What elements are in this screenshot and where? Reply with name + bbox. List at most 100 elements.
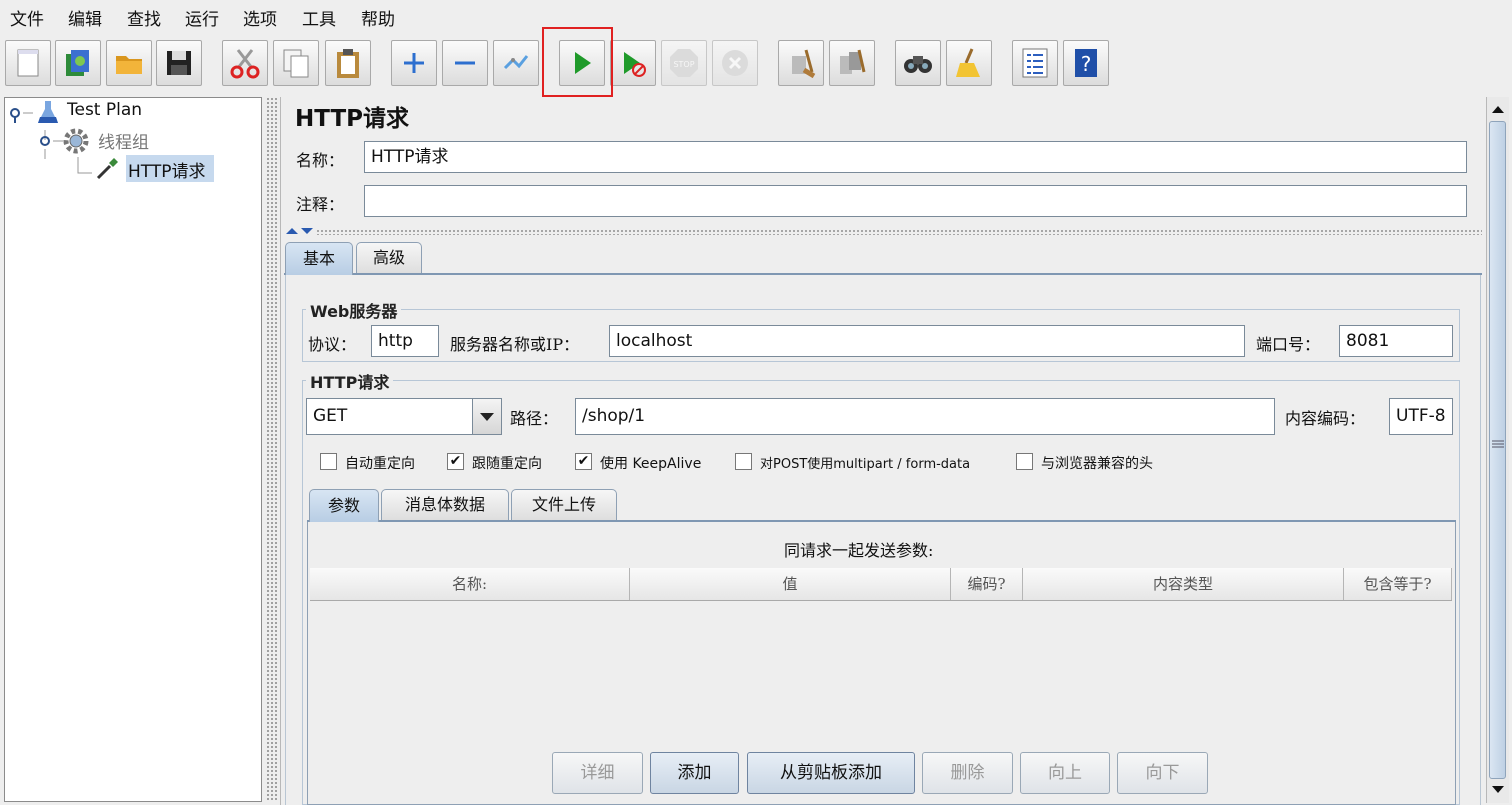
save-button[interactable] bbox=[156, 40, 202, 86]
tab-parameters[interactable]: 参数 bbox=[309, 489, 379, 522]
test-plan-icon[interactable] bbox=[36, 99, 60, 127]
gear-icon[interactable] bbox=[62, 127, 90, 155]
new-button[interactable] bbox=[5, 40, 51, 86]
templates-icon bbox=[66, 50, 89, 76]
port-field[interactable]: 8081 bbox=[1339, 325, 1453, 357]
copy-icon bbox=[283, 49, 309, 78]
tree-item-test-plan[interactable]: Test Plan bbox=[67, 100, 142, 120]
port-label: 端口号： bbox=[1256, 335, 1321, 354]
menu-run[interactable]: 运行 bbox=[185, 5, 219, 30]
vertical-scrollbar[interactable] bbox=[1486, 97, 1509, 803]
menu-help[interactable]: 帮助 bbox=[361, 5, 395, 30]
divider[interactable] bbox=[316, 229, 1482, 235]
add-from-clipboard-button[interactable]: 从剪贴板添加 bbox=[747, 752, 915, 794]
shutdown-icon bbox=[722, 50, 748, 76]
sampler-pipette-icon[interactable] bbox=[94, 154, 122, 182]
auto-redirect-label: 自动重定向 bbox=[345, 456, 415, 472]
collapse-icon bbox=[455, 61, 475, 65]
reset-search-button[interactable] bbox=[946, 40, 992, 86]
open-button[interactable] bbox=[106, 40, 152, 86]
tab-body-data[interactable]: 消息体数据 bbox=[381, 489, 509, 520]
tab-advanced[interactable]: 高级 bbox=[356, 242, 422, 273]
server-label: 服务器名称或IP： bbox=[450, 335, 580, 354]
splitter-handle[interactable] bbox=[266, 97, 278, 802]
expand-button[interactable] bbox=[391, 40, 437, 86]
comment-field[interactable] bbox=[364, 185, 1467, 217]
toolbar: STOP ? bbox=[0, 32, 1512, 94]
column-header-encode[interactable]: 编码? bbox=[951, 568, 1023, 600]
column-header-value[interactable]: 值 bbox=[630, 568, 951, 600]
name-field[interactable]: HTTP请求 bbox=[364, 141, 1467, 173]
tree-item-thread-group[interactable]: 线程组 bbox=[98, 128, 149, 153]
protocol-label: 协议： bbox=[308, 335, 357, 354]
browser-headers-checkbox[interactable] bbox=[1016, 453, 1033, 470]
function-helper-button[interactable] bbox=[1012, 40, 1058, 86]
open-icon bbox=[116, 56, 142, 74]
move-up-button[interactable]: 向上 bbox=[1020, 752, 1110, 794]
menu-file[interactable]: 文件 bbox=[10, 5, 44, 30]
grip-icon bbox=[1492, 440, 1504, 448]
auto-redirect-checkbox[interactable] bbox=[320, 453, 337, 470]
scroll-thumb[interactable] bbox=[1489, 121, 1506, 779]
stop-button[interactable]: STOP bbox=[661, 40, 707, 86]
path-field[interactable]: /shop/1 bbox=[575, 398, 1275, 435]
start-no-pauses-button[interactable] bbox=[610, 40, 656, 86]
column-header-content-type[interactable]: 内容类型 bbox=[1023, 568, 1344, 600]
cut-icon bbox=[230, 49, 260, 79]
table-header: 名称: 值 编码? 内容类型 包含等于? bbox=[310, 568, 1452, 601]
server-field[interactable]: localhost bbox=[609, 325, 1245, 357]
clear-all-icon bbox=[840, 49, 866, 74]
collapse-arrows-icon[interactable] bbox=[284, 225, 316, 237]
search-icon bbox=[904, 56, 932, 73]
column-header-name[interactable]: 名称: bbox=[310, 568, 630, 600]
templates-button[interactable] bbox=[55, 40, 101, 86]
encoding-label: 内容编码： bbox=[1285, 409, 1366, 428]
help-button[interactable]: ? bbox=[1063, 40, 1109, 86]
expand-icon bbox=[404, 53, 424, 73]
tab-basic[interactable]: 基本 bbox=[285, 242, 353, 275]
scroll-up-icon[interactable] bbox=[1488, 100, 1508, 118]
move-down-button[interactable]: 向下 bbox=[1117, 752, 1208, 794]
browser-headers-label: 与浏览器兼容的头 bbox=[1041, 456, 1153, 472]
method-select[interactable]: GET bbox=[306, 398, 474, 435]
web-server-title: Web服务器 bbox=[306, 298, 402, 322]
multipart-checkbox[interactable] bbox=[735, 453, 752, 470]
paste-button[interactable] bbox=[325, 40, 371, 86]
column-header-include-equals[interactable]: 包含等于? bbox=[1344, 568, 1452, 600]
parameters-caption: 同请求一起发送参数: bbox=[784, 541, 934, 560]
detail-button[interactable]: 详细 bbox=[552, 752, 643, 794]
menu-tools[interactable]: 工具 bbox=[302, 5, 336, 30]
menu-options[interactable]: 选项 bbox=[243, 5, 277, 30]
menu-search[interactable]: 查找 bbox=[127, 5, 161, 30]
toggle-icon bbox=[503, 55, 529, 70]
parameters-table[interactable]: 名称: 值 编码? 内容类型 包含等于? bbox=[310, 568, 1452, 746]
copy-button[interactable] bbox=[273, 40, 319, 86]
add-button[interactable]: 添加 bbox=[650, 752, 739, 794]
menu-edit[interactable]: 编辑 bbox=[68, 5, 102, 30]
shutdown-button[interactable] bbox=[712, 40, 758, 86]
clear-all-button[interactable] bbox=[829, 40, 875, 86]
name-label: 名称： bbox=[296, 151, 345, 170]
keepalive-label: 使用 KeepAlive bbox=[600, 456, 702, 472]
menu-bar: 文件 编辑 查找 运行 选项 工具 帮助 bbox=[0, 0, 1512, 32]
method-dropdown-button[interactable] bbox=[472, 398, 502, 435]
follow-redirect-checkbox[interactable]: ✔ bbox=[447, 453, 464, 470]
svg-text:STOP: STOP bbox=[673, 60, 694, 69]
scroll-down-icon[interactable] bbox=[1488, 781, 1508, 799]
paste-icon bbox=[337, 49, 359, 78]
collapse-button[interactable] bbox=[442, 40, 488, 86]
tab-file-upload[interactable]: 文件上传 bbox=[511, 489, 617, 520]
tree-item-http-request[interactable]: HTTP请求 bbox=[128, 157, 206, 182]
cut-button[interactable] bbox=[222, 40, 268, 86]
keepalive-checkbox[interactable]: ✔ bbox=[575, 453, 592, 470]
delete-button[interactable]: 删除 bbox=[922, 752, 1013, 794]
save-icon bbox=[167, 51, 191, 75]
search-button[interactable] bbox=[895, 40, 941, 86]
protocol-field[interactable]: http bbox=[371, 325, 439, 357]
toggle-button[interactable] bbox=[493, 40, 539, 86]
new-icon bbox=[17, 49, 39, 77]
clear-button[interactable] bbox=[778, 40, 824, 86]
encoding-field[interactable]: UTF-8 bbox=[1389, 398, 1453, 435]
function-helper-icon bbox=[1022, 48, 1048, 78]
clear-icon bbox=[792, 49, 816, 79]
